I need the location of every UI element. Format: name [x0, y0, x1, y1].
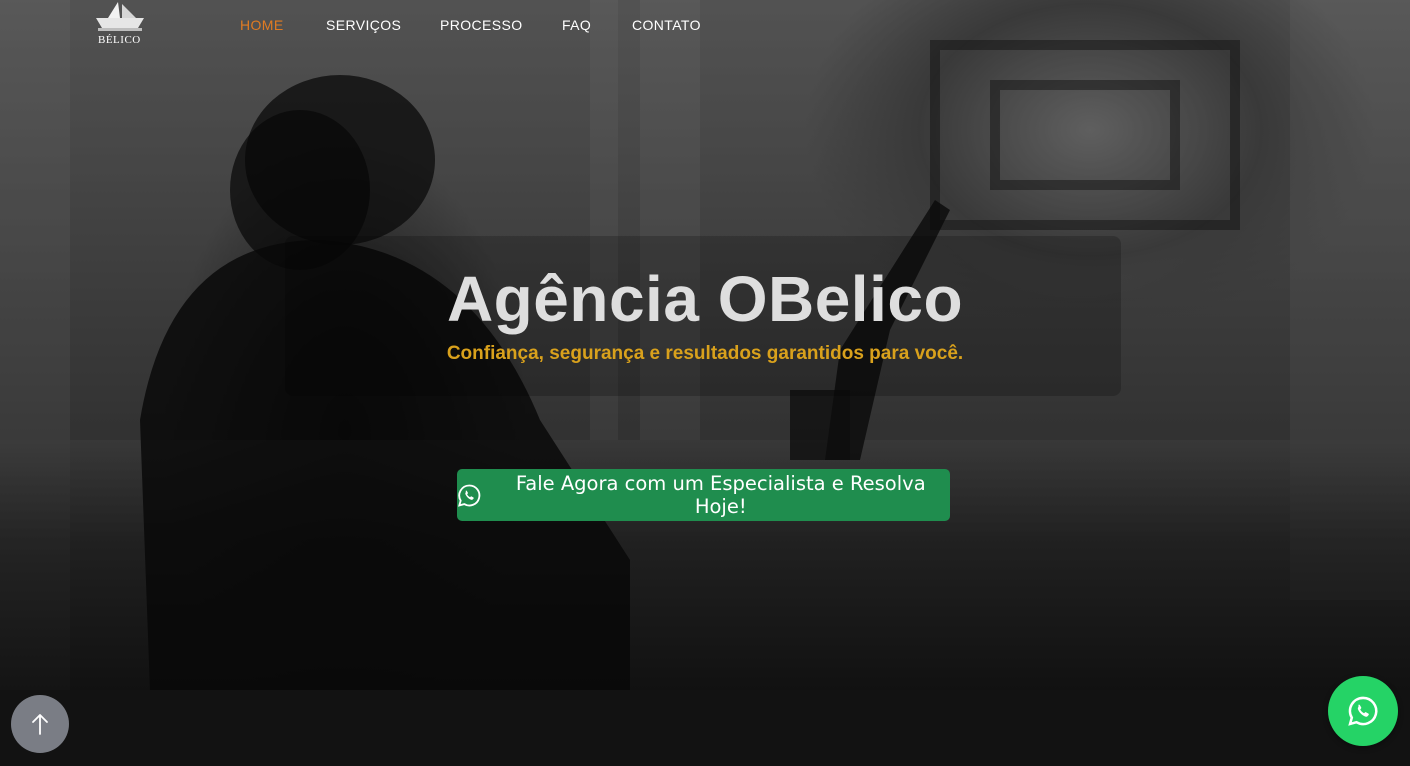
hero-subtitle: Confiança, segurança e resultados garant…	[446, 343, 964, 364]
cta-label: Fale Agora com um Especialista e Resolva…	[515, 472, 926, 518]
whatsapp-icon	[458, 484, 481, 507]
nav-home[interactable]: HOME	[240, 17, 284, 33]
hero-title: Agência OBelico	[446, 263, 964, 335]
nav-contato[interactable]: CONTATO	[632, 17, 701, 33]
scroll-to-top-button[interactable]	[11, 695, 69, 753]
ship-emblem-icon	[96, 2, 144, 31]
nav-faq[interactable]: FAQ	[562, 17, 591, 33]
arrow-up-icon	[32, 714, 48, 735]
whatsapp-icon	[1348, 696, 1378, 726]
brand-logo[interactable]: BÉLICO	[90, 0, 150, 48]
nav-servicos[interactable]: SERVIÇOS	[326, 17, 401, 33]
logo-text: BÉLICO	[98, 34, 141, 46]
top-navigation: BÉLICO HOME SERVIÇOS PROCESSO FAQ CONTAT…	[0, 0, 1410, 54]
whatsapp-float-button[interactable]	[1328, 676, 1398, 746]
nav-processo[interactable]: PROCESSO	[440, 17, 523, 33]
whatsapp-cta-button[interactable]: Fale Agora com um Especialista e Resolva…	[457, 469, 950, 521]
